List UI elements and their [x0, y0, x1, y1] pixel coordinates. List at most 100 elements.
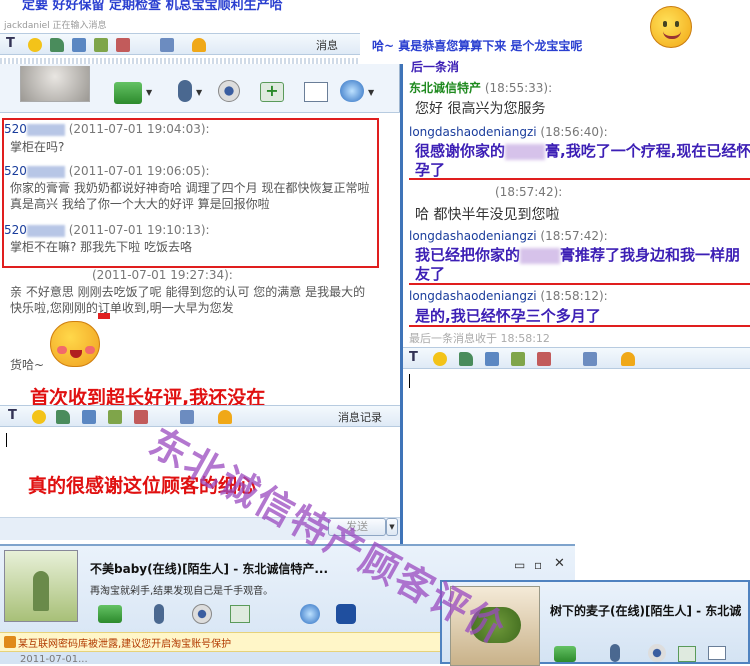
magic-icon[interactable]: [56, 410, 70, 424]
red-underline: [409, 283, 750, 285]
dropdown-arrow-icon[interactable]: ▼: [368, 88, 374, 97]
avatar[interactable]: [20, 66, 90, 102]
smiley-wave-icon: [650, 6, 692, 48]
bottom-tools: [90, 602, 390, 626]
contact-signature: 再淘宝就剁手,结果发现自己是千手观音。: [90, 586, 274, 597]
screenshot-icon[interactable]: [108, 410, 122, 424]
bell-icon[interactable]: [621, 352, 635, 366]
webcam-icon[interactable]: [192, 604, 212, 624]
screen-icon[interactable]: [340, 80, 364, 102]
sender-name: 东北诚信特产: [409, 81, 482, 95]
photo-icon[interactable]: [134, 410, 148, 424]
emoji-icon[interactable]: [28, 38, 42, 52]
message-input[interactable]: [403, 370, 750, 520]
blurred-product: [520, 247, 561, 264]
microphone-icon[interactable]: [610, 644, 620, 662]
image-icon[interactable]: [72, 38, 86, 52]
message-header: longdashaodeniangzi (18:58:12):: [409, 288, 608, 304]
microphone-icon[interactable]: [154, 604, 164, 624]
add-contact-icon[interactable]: +: [260, 82, 284, 102]
minimize-button[interactable]: ▭: [514, 558, 525, 572]
message-header: 520 (2011-07-01 19:10:13):: [4, 222, 210, 238]
send-file-icon[interactable]: [114, 82, 142, 104]
microphone-icon[interactable]: [178, 80, 192, 102]
left-message-area: 520 (2011-07-01 19:04:03): 掌柜在吗? 520 (20…: [0, 112, 400, 446]
dropdown-arrow-icon[interactable]: ▼: [196, 88, 202, 97]
message-time: (2011-07-01 19:10:13):: [68, 223, 210, 237]
message-time: (18:58:12):: [540, 289, 608, 303]
message-text: 您好 很高兴为您服务: [415, 101, 546, 117]
sender-name: 520: [4, 164, 27, 178]
edit-icon[interactable]: [583, 352, 597, 366]
message-record-link[interactable]: 消息: [316, 37, 338, 53]
red-underline: [409, 325, 750, 327]
add-contact-icon[interactable]: [678, 646, 696, 662]
image-icon[interactable]: [82, 410, 96, 424]
message-time: (2011-07-01 19:06:05):: [68, 164, 210, 178]
photo-icon[interactable]: [116, 38, 130, 52]
font-icon[interactable]: T: [6, 36, 20, 51]
close-button[interactable]: ✕: [554, 556, 565, 571]
mail-icon[interactable]: [304, 82, 328, 102]
cut-top-text: 后一条消: [411, 60, 460, 74]
mouth-icon: [70, 350, 82, 358]
send-file-icon[interactable]: [554, 646, 576, 662]
screenshot-icon[interactable]: [511, 352, 525, 366]
maximize-button[interactable]: ▫: [534, 558, 542, 572]
message-time: (2011-07-01 19:04:03):: [68, 122, 210, 136]
emoji-icon[interactable]: [433, 352, 447, 366]
webcam-icon[interactable]: [648, 644, 666, 662]
right-input-toolbar: T: [403, 347, 750, 369]
top-right-banner: 哈~ 真是恭喜您算算下来 是个龙宝宝呢: [372, 39, 583, 53]
message-time: (18:57:42):: [495, 185, 563, 199]
left-tools-bar: ▼ ▼ + ▼: [100, 74, 400, 114]
message-header: 520 (2011-07-01 19:06:05):: [4, 163, 210, 179]
reply-time: (2011-07-01 19:27:34):: [92, 268, 233, 282]
screen-icon[interactable]: [300, 604, 320, 624]
flag-icon: [98, 313, 110, 319]
girl-figure: [33, 571, 49, 611]
reply-text: 亲 不好意思 刚刚去吃饭了呢 能得到您的认可 您的满意 是我最大的快乐啦,您刚刚…: [10, 285, 366, 315]
emoji-icon[interactable]: [32, 410, 46, 424]
message-header: longdashaodeniangzi (18:57:42):: [409, 228, 608, 244]
sender-name: 520: [4, 223, 27, 237]
screenshot-icon[interactable]: [94, 38, 108, 52]
add-contact-icon[interactable]: [230, 605, 250, 623]
font-icon[interactable]: T: [8, 408, 22, 423]
message-header: 东北诚信特产 (18:55:33):: [409, 80, 552, 96]
contact-avatar[interactable]: [4, 550, 78, 622]
reply-tail: 货哈~: [10, 358, 45, 372]
message-text-a: 很感谢你家的: [415, 142, 506, 160]
security-icon[interactable]: [336, 604, 356, 624]
send-file-icon[interactable]: [98, 605, 122, 623]
sender-name: 520: [4, 122, 27, 136]
top-left-banner: 定要 好好保留 定期检查 机总宝宝顺利生产哈: [22, 0, 283, 13]
blushing-emoji-icon: [50, 321, 100, 367]
magic-icon[interactable]: [50, 38, 64, 52]
mail-icon[interactable]: [708, 646, 726, 660]
blurred-name: [26, 123, 65, 136]
blurred-product: [505, 143, 546, 160]
webcam-icon[interactable]: [218, 80, 240, 102]
dropdown-arrow-icon[interactable]: ▼: [146, 88, 152, 97]
font-icon[interactable]: T: [409, 350, 423, 365]
edit-icon[interactable]: [160, 38, 174, 52]
magic-icon[interactable]: [459, 352, 473, 366]
bell-icon[interactable]: [192, 38, 206, 52]
contact-name: 不美baby(在线)[陌生人] - 东北诚信特产...: [90, 562, 329, 576]
warning-text: 某互联网密码库被泄露,建议您开启淘宝账号保护: [18, 639, 232, 650]
image-icon[interactable]: [485, 352, 499, 366]
message-text: 掌柜不在嘛? 那我先下啦 吃饭去咯: [10, 240, 192, 254]
message-text: 你家的膏膏 我奶奶都说好神奇哈 调理了四个月 现在都快恢复正常啦 真是高兴 我给…: [10, 181, 370, 211]
left-input-toolbar: T 消息记录: [0, 405, 400, 427]
photo-icon[interactable]: [537, 352, 551, 366]
top-left-toolbar: T 消息: [0, 33, 395, 55]
message-time: (18:55:33):: [484, 81, 553, 95]
text-caret: [6, 433, 7, 447]
bell-icon[interactable]: [218, 410, 232, 424]
message-text: 哈 都快半年没见到您啦: [415, 207, 560, 223]
shield-icon: [4, 636, 16, 648]
sender-name: longdashaodeniangzi: [409, 229, 537, 243]
eye-icon: [675, 21, 679, 27]
message-record-link[interactable]: 消息记录: [338, 409, 382, 425]
